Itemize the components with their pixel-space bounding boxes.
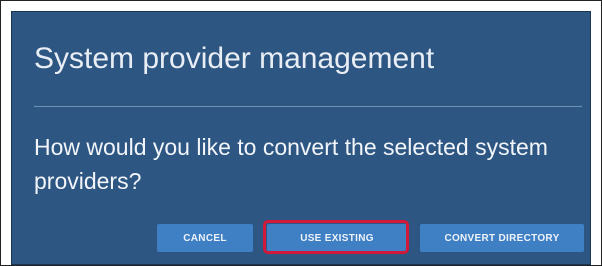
dialog-message: How would you like to convert the select… bbox=[34, 134, 548, 194]
screenshot-frame: System provider management How would you… bbox=[0, 0, 602, 266]
dialog-title: System provider management bbox=[34, 42, 435, 75]
convert-directory-button[interactable]: CONVERT DIRECTORY bbox=[420, 224, 584, 252]
title-divider bbox=[34, 106, 582, 107]
cancel-button[interactable]: CANCEL bbox=[157, 224, 253, 252]
dialog-actions: CANCEL USE EXISTING CONVERT DIRECTORY bbox=[12, 220, 590, 258]
system-provider-dialog: System provider management How would you… bbox=[11, 11, 591, 265]
use-existing-button[interactable]: USE EXISTING bbox=[267, 224, 407, 252]
